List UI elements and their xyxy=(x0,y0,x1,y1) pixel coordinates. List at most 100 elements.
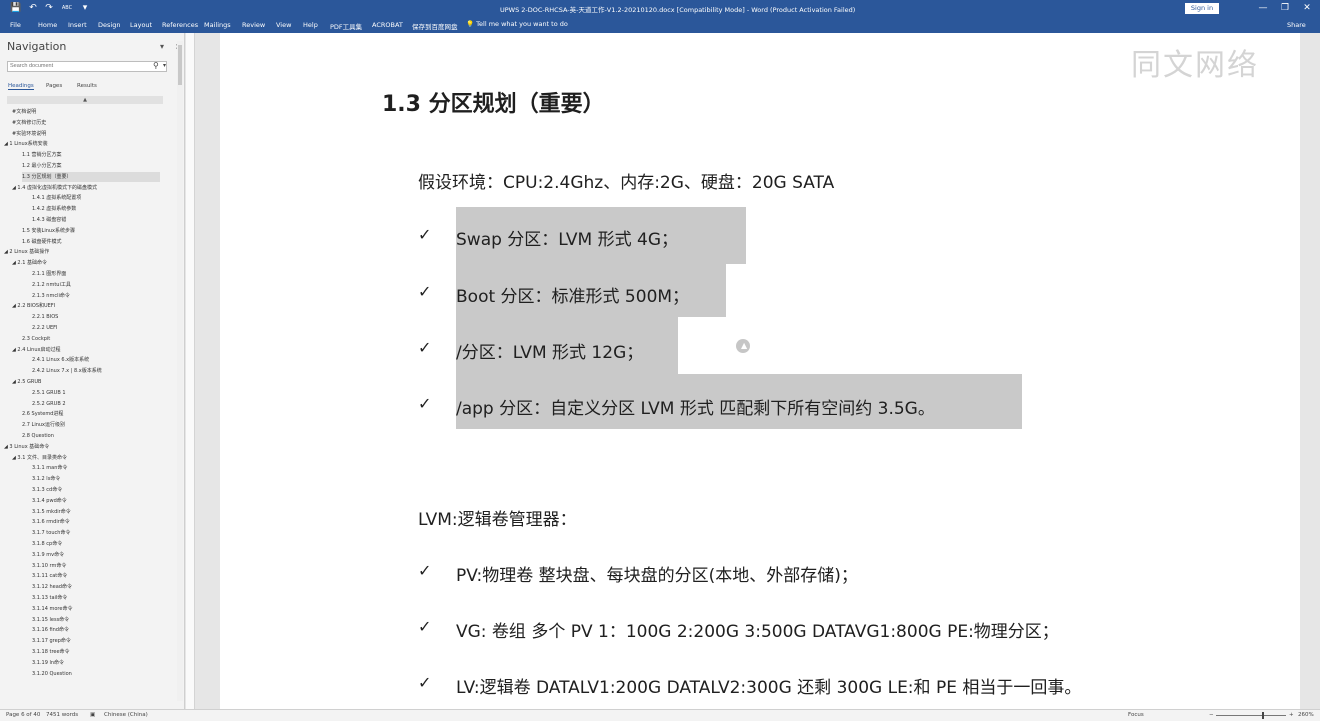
save-icon[interactable]: 💾 xyxy=(10,3,21,13)
nav-heading-item[interactable]: 2.8 Question xyxy=(22,431,54,441)
nav-heading-item[interactable]: 3.1.16 find命令 xyxy=(32,625,69,635)
nav-heading-item[interactable]: 3.1.8 cp命令 xyxy=(32,539,62,549)
undo-icon[interactable]: ↶ xyxy=(28,3,38,13)
tab-view[interactable]: View xyxy=(276,21,291,29)
nav-heading-item[interactable]: ◢ 2.1 基础命令 xyxy=(12,258,47,268)
nav-heading-item[interactable]: 2.4.1 Linux 6.x版本系统 xyxy=(32,355,89,365)
nav-heading-item[interactable]: 3.1.5 mkdir命令 xyxy=(32,507,71,517)
nav-heading-item[interactable]: 1.4.2 虚拟系统参数 xyxy=(32,204,76,214)
tab-acrobat[interactable]: ACROBAT xyxy=(372,21,403,29)
nav-heading-item[interactable]: 3.1.11 cat命令 xyxy=(32,571,67,581)
nav-heading-item[interactable]: 2.2.2 UEFI xyxy=(32,323,57,333)
nav-heading-item[interactable]: 3.1.13 tail命令 xyxy=(32,593,67,603)
tab-layout[interactable]: Layout xyxy=(130,21,152,29)
nav-heading-item[interactable]: ◢ 2.2 BIOS和UEFI xyxy=(12,301,55,311)
nav-heading-item[interactable]: 3.1.1 man命令 xyxy=(32,463,67,473)
nav-heading-item[interactable]: 3.1.7 touch命令 xyxy=(32,528,70,538)
tab-design[interactable]: Design xyxy=(98,21,120,29)
nav-heading-item[interactable]: ◢ 3.1 文件、目录类命令 xyxy=(12,453,67,463)
close-button[interactable]: ✕ xyxy=(1296,2,1318,15)
minimize-button[interactable]: — xyxy=(1252,2,1274,15)
nav-heading-item[interactable]: 3.1.6 rmdir命令 xyxy=(32,517,70,527)
nav-heading-item[interactable]: #实验环境说明 xyxy=(12,129,46,139)
tab-help[interactable]: Help xyxy=(303,21,318,29)
tab-pdf-tools[interactable]: PDF工具集 xyxy=(330,21,362,31)
zoom-slider[interactable] xyxy=(1216,715,1286,716)
redo-icon[interactable]: ↷ xyxy=(44,3,54,13)
nav-heading-item[interactable]: 1.2 最小分区方案 xyxy=(22,161,62,171)
nav-scroll-thumb[interactable] xyxy=(178,45,182,85)
nav-heading-item[interactable]: 1.5 安装Linux系统步骤 xyxy=(22,226,75,236)
customize-quick-access-icon[interactable]: ▾ xyxy=(80,3,90,13)
nav-heading-item[interactable]: 2.2.1 BIOS xyxy=(32,312,58,322)
nav-heading-item[interactable]: ◢ 2.4 Linux启动过程 xyxy=(12,345,60,355)
nav-heading-item[interactable]: 3.1.2 ls命令 xyxy=(32,474,60,484)
page-count[interactable]: Page 6 of 40 xyxy=(6,712,40,718)
pane-options-icon[interactable]: ▾ xyxy=(160,42,164,51)
spelling-icon[interactable]: ABC xyxy=(60,3,74,13)
nav-heading-item[interactable]: 2.5.1 GRUB 1 xyxy=(32,388,66,398)
tab-home[interactable]: Home xyxy=(38,21,57,29)
nav-heading-item[interactable]: ◢ 3 Linux 基础命令 xyxy=(4,442,49,452)
nav-heading-item[interactable]: 3.1.18 tree命令 xyxy=(32,647,70,657)
nav-heading-item[interactable]: 1.6 磁盘硬件模式 xyxy=(22,237,62,247)
status-bar: Page 6 of 40 7451 words ▣ Chinese (China… xyxy=(0,709,1320,721)
search-options-icon[interactable]: ▾ xyxy=(163,62,166,69)
nav-heading-item[interactable]: 3.1.17 grep命令 xyxy=(32,636,71,646)
nav-heading-item[interactable]: 1.1 营销分区方案 xyxy=(22,150,62,160)
nav-heading-item[interactable]: 2.7 Linux运行级别 xyxy=(22,420,65,430)
tab-headings[interactable]: Headings xyxy=(8,83,34,90)
nav-heading-item[interactable]: 3.1.10 rm命令 xyxy=(32,561,66,571)
nav-heading-item[interactable]: ◢ 2 Linux 基础操作 xyxy=(4,247,49,257)
lvm-vg: VG: 卷组 多个 PV 1：100G 2:200G 3:500G DATAVG… xyxy=(456,622,1059,642)
proofing-icon[interactable]: ▣ xyxy=(90,712,95,718)
nav-heading-item[interactable]: 2.6 Systemd进程 xyxy=(22,409,63,419)
tell-me-search[interactable]: 💡 Tell me what you want to do xyxy=(466,20,568,28)
nav-heading-item[interactable]: 2.3 Cockpit xyxy=(22,334,50,344)
language-indicator[interactable]: Chinese (China) xyxy=(104,712,148,718)
word-count[interactable]: 7451 words xyxy=(46,712,78,718)
nav-heading-item[interactable]: 2.5.2 GRUB 2 xyxy=(32,399,66,409)
nav-heading-item[interactable]: 1.4.1 虚拟系统配置项 xyxy=(32,193,81,203)
focus-button[interactable]: Focus xyxy=(1128,712,1144,718)
nav-heading-item[interactable]: 1.4.3 磁盘容错 xyxy=(32,215,66,225)
tab-results[interactable]: Results xyxy=(77,83,97,89)
tab-references[interactable]: References xyxy=(162,21,198,29)
nav-heading-item[interactable]: 3.1.12 head命令 xyxy=(32,582,72,592)
nav-scrollbar[interactable] xyxy=(177,41,183,701)
scroll-up-button[interactable]: ▲ xyxy=(7,96,163,104)
nav-heading-item[interactable]: 3.1.19 ln命令 xyxy=(32,658,64,668)
nav-heading-item[interactable]: 3.1.15 less命令 xyxy=(32,615,69,625)
search-icon[interactable]: ⚲ xyxy=(153,61,159,70)
nav-heading-item[interactable]: #文档说明 xyxy=(12,107,36,117)
sign-in-button[interactable]: Sign in xyxy=(1185,3,1219,14)
nav-heading-item[interactable]: 2.1.3 nmcli命令 xyxy=(32,291,70,301)
nav-heading-item[interactable]: 3.1.4 pwd命令 xyxy=(32,496,67,506)
restore-button[interactable]: ❐ xyxy=(1274,2,1296,15)
nav-heading-item[interactable]: 3.1.9 mv命令 xyxy=(32,550,64,560)
nav-heading-item[interactable]: #文档修订历史 xyxy=(12,118,46,128)
tab-baidu-netdisk[interactable]: 保存到百度网盘 xyxy=(412,21,458,31)
nav-heading-item[interactable]: ◢ 1 Linux系统安装 xyxy=(4,139,48,149)
nav-heading-item[interactable]: 2.4.2 Linux 7.x | 8.x版本系统 xyxy=(32,366,102,376)
share-button[interactable]: Share xyxy=(1287,21,1306,29)
nav-heading-item[interactable]: 1.3 分区规划（重要） xyxy=(22,171,160,182)
zoom-in-button[interactable]: + xyxy=(1289,712,1294,718)
search-document-input[interactable] xyxy=(7,61,167,72)
zoom-level[interactable]: 260% xyxy=(1298,712,1314,718)
nav-heading-item[interactable]: 3.1.3 cd命令 xyxy=(32,485,62,495)
tab-insert[interactable]: Insert xyxy=(68,21,87,29)
nav-heading-item[interactable]: ◢ 1.4 虚拟化虚拟机模式下的磁盘模式 xyxy=(12,183,97,193)
tab-review[interactable]: Review xyxy=(242,21,265,29)
nav-heading-item[interactable]: 2.1.1 图形界面 xyxy=(32,269,66,279)
tab-mailings[interactable]: Mailings xyxy=(204,21,231,29)
nav-heading-item[interactable]: 2.1.2 nmtui工具 xyxy=(32,280,71,290)
nav-heading-item[interactable]: 3.1.20 Question xyxy=(32,669,72,679)
document-page[interactable] xyxy=(220,33,1300,709)
zoom-out-button[interactable]: − xyxy=(1209,712,1214,718)
nav-heading-item[interactable]: 3.1.14 more命令 xyxy=(32,604,72,614)
tab-pages[interactable]: Pages xyxy=(46,83,62,89)
tab-file[interactable]: File xyxy=(10,21,21,29)
nav-heading-item[interactable]: ◢ 2.5 GRUB xyxy=(12,377,41,387)
zoom-slider-thumb[interactable] xyxy=(1262,712,1264,719)
